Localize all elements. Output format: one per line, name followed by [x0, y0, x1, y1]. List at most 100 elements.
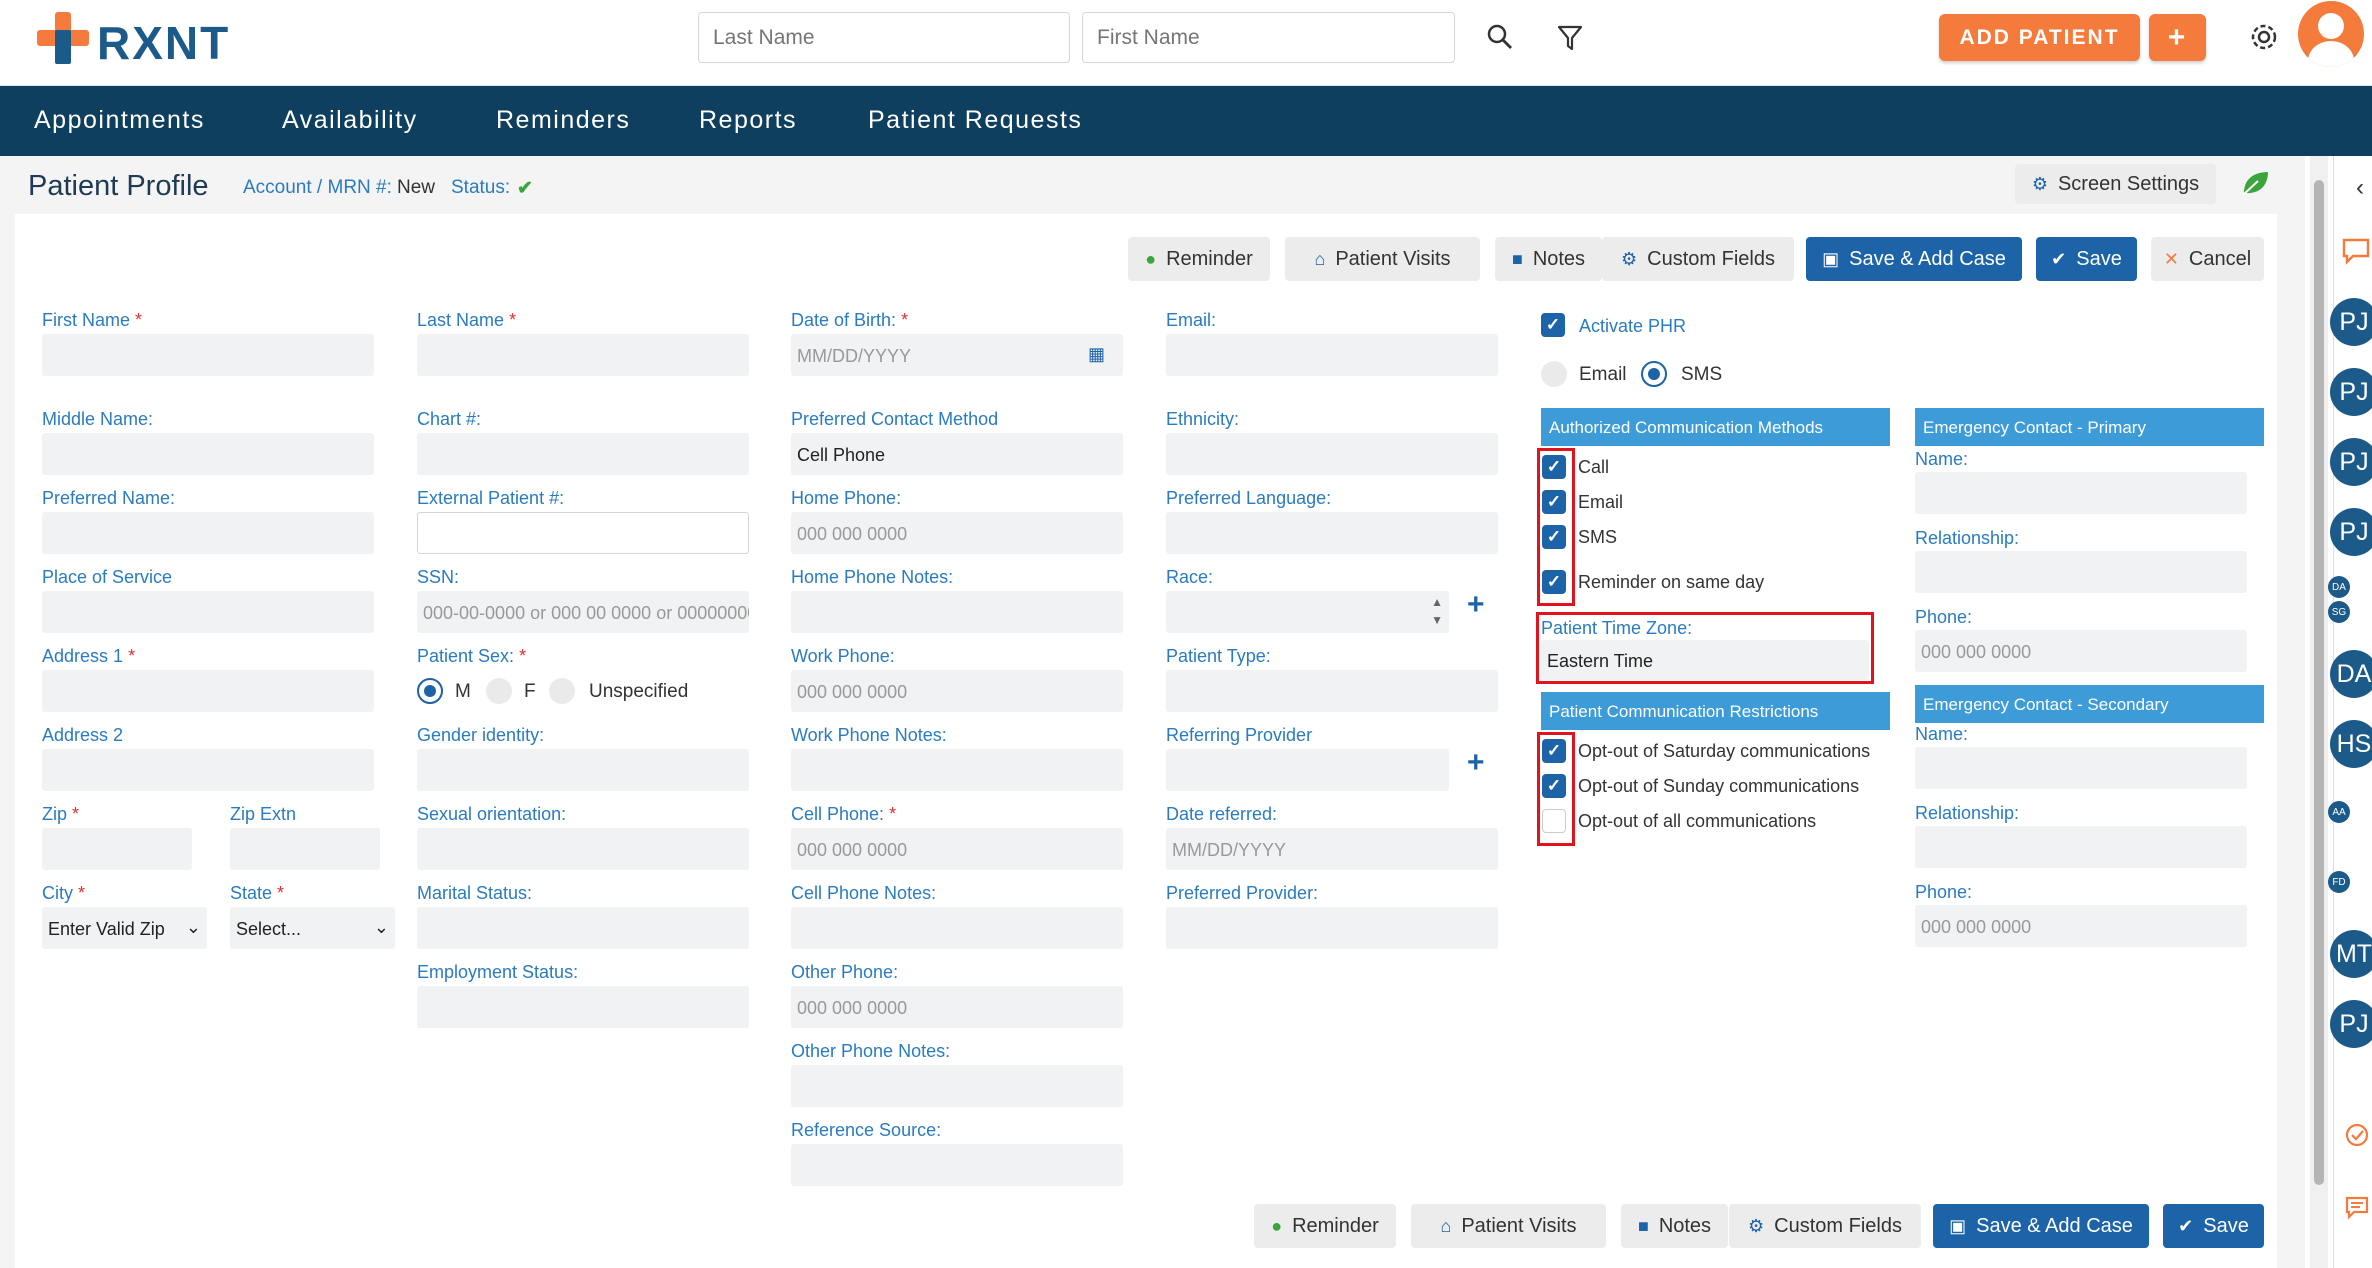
patient-visits-button-bottom[interactable]: ⌂ Patient Visits — [1411, 1204, 1606, 1248]
patient-visits-button[interactable]: ⌂ Patient Visits — [1285, 237, 1480, 281]
external-patient-field[interactable] — [417, 512, 749, 554]
reminder-button-bottom[interactable]: ● Reminder — [1254, 1204, 1396, 1248]
user-avatar[interactable] — [2298, 1, 2364, 67]
nav-reminders[interactable]: Reminders — [496, 106, 630, 135]
chevron-left-icon[interactable]: ‹ — [2356, 174, 2364, 202]
nav-appointments[interactable]: Appointments — [34, 106, 205, 135]
add-race-icon[interactable]: + — [1467, 588, 1485, 622]
task-check-icon[interactable] — [2344, 1122, 2370, 1148]
phr-email-radio[interactable] — [1541, 361, 1567, 387]
date-referred-field[interactable]: MM/DD/YYYY — [1166, 828, 1498, 870]
custom-fields-button[interactable]: ⚙ Custom Fields — [1602, 237, 1794, 281]
avatar[interactable]: PJ — [2330, 438, 2372, 486]
leaf-icon[interactable] — [2240, 169, 2270, 197]
ep-phone-field[interactable]: 000 000 0000 — [1915, 630, 2247, 672]
add-plus-button[interactable]: + — [2149, 14, 2206, 61]
reminder-same-day-checkbox[interactable]: ✓ — [1542, 570, 1566, 594]
ep-name-field[interactable] — [1915, 472, 2247, 514]
zip-extn-field[interactable] — [230, 828, 380, 870]
nav-reports[interactable]: Reports — [699, 106, 797, 135]
opt-out-saturday-checkbox[interactable]: ✓ — [1542, 739, 1566, 763]
address2-field[interactable] — [42, 749, 374, 791]
preferred-provider-field[interactable] — [1166, 907, 1498, 949]
work-phone-field[interactable]: 000 000 0000 — [791, 670, 1123, 712]
es-name-field[interactable] — [1915, 747, 2247, 789]
other-phone-field[interactable]: 000 000 0000 — [791, 986, 1123, 1028]
es-relationship-field[interactable] — [1915, 826, 2247, 868]
avatar[interactable]: PJ — [2330, 368, 2372, 416]
cell-phone-field[interactable]: 000 000 0000 — [791, 828, 1123, 870]
save-button-bottom[interactable]: ✔ Save — [2163, 1204, 2264, 1248]
home-phone-notes-field[interactable] — [791, 591, 1123, 633]
state-select[interactable]: Select... ⌄ — [230, 907, 395, 949]
reference-source-field[interactable] — [791, 1144, 1123, 1186]
call-checkbox[interactable]: ✓ — [1542, 455, 1566, 479]
nav-availability[interactable]: Availability — [282, 106, 418, 135]
dob-field[interactable]: MM/DD/YYYY ▦ — [791, 334, 1123, 376]
filter-icon[interactable] — [1557, 24, 1583, 52]
nav-patient-requests[interactable]: Patient Requests — [868, 106, 1082, 135]
ep-relationship-field[interactable] — [1915, 551, 2247, 593]
sex-unspecified-radio[interactable] — [549, 678, 575, 704]
place-of-service-field[interactable] — [42, 591, 374, 633]
search-icon[interactable] — [1486, 23, 1514, 51]
avatar-small[interactable]: FD — [2328, 871, 2350, 893]
activate-phr-checkbox[interactable]: ✓ — [1541, 313, 1565, 337]
avatar[interactable]: DA — [2330, 650, 2372, 698]
zip-field[interactable] — [42, 828, 192, 870]
add-referring-provider-icon[interactable]: + — [1467, 746, 1485, 780]
message-icon[interactable] — [2344, 1195, 2370, 1221]
chart-field[interactable] — [417, 433, 749, 475]
time-zone-select[interactable]: Eastern Time — [1541, 640, 1869, 680]
notes-button-bottom[interactable]: ■ Notes — [1621, 1204, 1728, 1248]
preferred-contact-select[interactable]: Cell Phone — [791, 433, 1123, 475]
ssn-field[interactable]: 000-00-0000 or 000 00 0000 or 000000000 — [417, 591, 749, 633]
last-name-search-input[interactable] — [698, 12, 1070, 63]
race-field[interactable]: ▲ ▼ — [1166, 591, 1449, 633]
last-name-field[interactable] — [417, 334, 749, 376]
avatar-small[interactable]: AA — [2328, 801, 2350, 823]
avatar[interactable]: MT — [2330, 930, 2372, 978]
reminder-button[interactable]: ● Reminder — [1128, 237, 1270, 281]
add-patient-button[interactable]: ADD PATIENT — [1939, 14, 2140, 61]
opt-out-all-checkbox[interactable] — [1542, 809, 1566, 833]
avatar[interactable]: PJ — [2330, 298, 2372, 346]
marital-status-field[interactable] — [417, 907, 749, 949]
gender-identity-field[interactable] — [417, 749, 749, 791]
sex-f-radio[interactable] — [486, 678, 512, 704]
stepper-icon[interactable]: ▲ ▼ — [1431, 593, 1443, 629]
avatar[interactable]: HS — [2330, 720, 2372, 768]
screen-settings-button[interactable]: ⚙ Screen Settings — [2015, 164, 2216, 204]
patient-type-field[interactable] — [1166, 670, 1498, 712]
employment-status-field[interactable] — [417, 986, 749, 1028]
email-comm-checkbox[interactable]: ✓ — [1542, 490, 1566, 514]
chat-icon[interactable] — [2341, 236, 2371, 266]
save-add-case-button[interactable]: ▣ Save & Add Case — [1806, 237, 2022, 281]
home-phone-field[interactable]: 000 000 0000 — [791, 512, 1123, 554]
avatar[interactable]: PJ — [2330, 508, 2372, 556]
avatar[interactable]: PJ — [2330, 1000, 2372, 1048]
calendar-icon[interactable]: ▦ — [1088, 344, 1105, 365]
sms-comm-checkbox[interactable]: ✓ — [1542, 525, 1566, 549]
first-name-search-input[interactable] — [1082, 12, 1455, 63]
preferred-language-field[interactable] — [1166, 512, 1498, 554]
save-add-case-button-bottom[interactable]: ▣ Save & Add Case — [1933, 1204, 2149, 1248]
avatar-small[interactable]: SG — [2328, 601, 2350, 623]
scrollbar-thumb[interactable] — [2314, 180, 2324, 1185]
first-name-field[interactable] — [42, 334, 374, 376]
other-phone-notes-field[interactable] — [791, 1065, 1123, 1107]
middle-name-field[interactable] — [42, 433, 374, 475]
save-button[interactable]: ✔ Save — [2036, 237, 2137, 281]
phr-sms-radio[interactable] — [1641, 361, 1667, 387]
ethnicity-field[interactable] — [1166, 433, 1498, 475]
sexual-orientation-field[interactable] — [417, 828, 749, 870]
address1-field[interactable] — [42, 670, 374, 712]
city-select[interactable]: Enter Valid Zip ⌄ — [42, 907, 207, 949]
cell-phone-notes-field[interactable] — [791, 907, 1123, 949]
gear-icon[interactable] — [2247, 20, 2281, 54]
sex-m-radio[interactable] — [417, 678, 443, 704]
custom-fields-button-bottom[interactable]: ⚙ Custom Fields — [1729, 1204, 1921, 1248]
cancel-button[interactable]: ✕ Cancel — [2151, 237, 2264, 281]
avatar-small[interactable]: DA — [2328, 576, 2350, 598]
notes-button[interactable]: ■ Notes — [1495, 237, 1602, 281]
